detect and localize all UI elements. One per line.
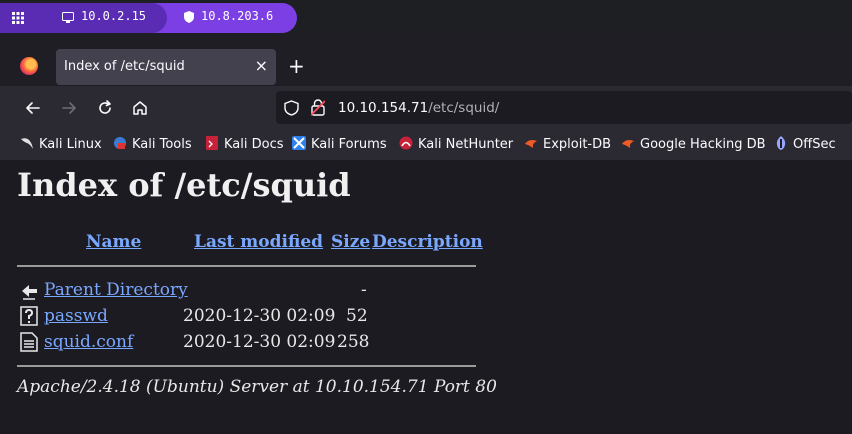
home-icon[interactable] [131, 99, 149, 117]
bookmark-label: Kali NetHunter [418, 137, 514, 152]
tab-title: Index of /etc/squid [64, 59, 185, 74]
bookmark-label: OffSec [793, 137, 836, 152]
bookmark-label: Kali Forums [311, 137, 387, 152]
tracking-shield-icon[interactable] [284, 100, 299, 116]
bookmark-kali-forums[interactable]: Kali Forums [292, 136, 387, 152]
new-tab-button[interactable]: + [288, 54, 305, 78]
back-arrow-button[interactable] [24, 99, 42, 117]
reload-icon[interactable] [96, 99, 114, 117]
bookmark-exploit-db[interactable]: Exploit-DB [524, 136, 611, 152]
bookmark-kali-docs[interactable]: Kali Docs [205, 136, 284, 152]
monitor-icon [62, 12, 74, 23]
bookmark-kali-nethunter[interactable]: Kali NetHunter [399, 136, 513, 152]
footer-divider [17, 365, 476, 367]
unknown-file-icon [20, 306, 38, 326]
bookmark-offsec[interactable]: OffSec [774, 136, 836, 152]
column-header-size[interactable]: Size [331, 232, 370, 252]
url-host: 10.10.154.71 [338, 100, 429, 116]
kali-top-panel: 10.0.2.15 10.8.203.6 [0, 0, 852, 34]
page-title: Index of /etc/squid [17, 166, 351, 204]
file-size: 258 [337, 332, 370, 352]
bookmark-kali-tools[interactable]: Kali Tools [113, 136, 192, 152]
url-path: /etc/squid/ [428, 100, 500, 116]
column-header-last-modified[interactable]: Last modified [194, 232, 323, 252]
ghdb-icon [622, 140, 634, 148]
parent-directory-link[interactable]: Parent Directory [44, 280, 188, 300]
url-text[interactable]: 10.10.154.71/etc/squid/ [338, 100, 499, 116]
close-tab-icon[interactable]: × [255, 56, 268, 75]
kali-tools-icon [114, 137, 126, 149]
passwd-file-link[interactable]: passwd [44, 306, 108, 326]
file-size: - [361, 280, 367, 300]
firefox-view-icon[interactable] [20, 57, 38, 75]
grid-menu-icon[interactable] [12, 12, 24, 24]
kali-forums-icon [292, 136, 306, 150]
exploit-db-icon [525, 140, 537, 148]
nethunter-icon [399, 136, 413, 150]
vm-ip-label: 10.0.2.15 [81, 9, 147, 23]
column-header-description[interactable]: Description [372, 232, 483, 252]
last-modified-date: 2020-12-30 02:09 [183, 332, 336, 352]
last-modified-date: 2020-12-30 02:09 [183, 306, 336, 326]
bookmark-label: Kali Linux [39, 137, 102, 152]
vpn-ip-label: 10.8.203.6 [201, 9, 274, 23]
bookmark-kali-linux[interactable]: Kali Linux [20, 136, 102, 152]
forward-arrow-button[interactable] [60, 99, 78, 117]
bookmark-label: Exploit-DB [543, 137, 612, 152]
header-divider [17, 265, 476, 267]
bookmark-label: Kali Tools [132, 137, 192, 152]
bookmark-label: Google Hacking DB [640, 137, 766, 152]
squid-conf-file-link[interactable]: squid.conf [44, 332, 133, 352]
bookmark-label: Kali Docs [224, 137, 284, 152]
tab-index-of-etc-squid[interactable]: Index of /etc/squid × [56, 49, 276, 85]
kali-docs-icon [206, 136, 218, 150]
text-file-icon [20, 332, 38, 352]
insecure-lock-icon[interactable] [311, 99, 325, 116]
column-header-name[interactable]: Name [86, 232, 141, 252]
offsec-icon [776, 136, 786, 150]
kali-dragon-icon [21, 138, 33, 149]
shield-icon [184, 11, 194, 23]
back-arrow-icon [22, 285, 37, 300]
server-signature: Apache/2.4.18 (Ubuntu) Server at 10.10.1… [17, 377, 497, 397]
bookmark-google-hacking-db[interactable]: Google Hacking DB [621, 136, 766, 152]
file-size: 52 [346, 306, 368, 326]
